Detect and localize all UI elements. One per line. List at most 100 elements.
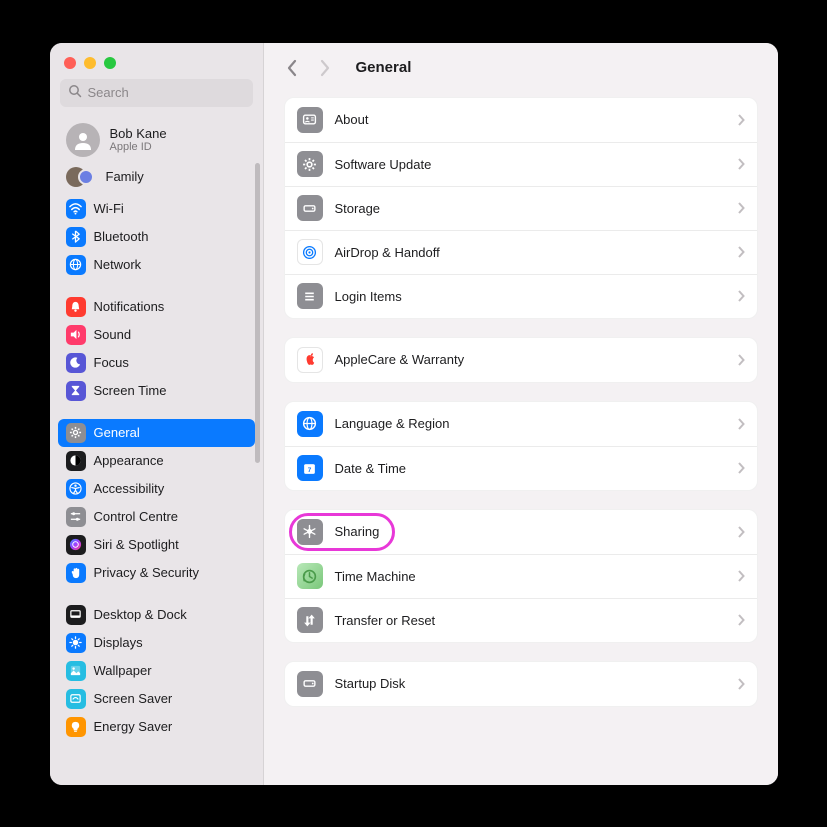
sidebar-item-controlcentre[interactable]: Control Centre [58, 503, 255, 531]
sidebar-item-appearance[interactable]: Appearance [58, 447, 255, 475]
sidebar-item-screentime[interactable]: Screen Time [58, 377, 255, 405]
row-login[interactable]: Login Items [285, 274, 757, 318]
datetime-icon [297, 455, 323, 481]
screentime-icon [66, 381, 86, 401]
row-language[interactable]: Language & Region [285, 402, 757, 446]
sidebar-item-label: Accessibility [94, 481, 165, 496]
row-software[interactable]: Software Update [285, 142, 757, 186]
avatar-icon [66, 123, 100, 157]
sidebar-item-screensaver[interactable]: Screen Saver [58, 685, 255, 713]
sidebar-item-accessibility[interactable]: Accessibility [58, 475, 255, 503]
privacy-icon [66, 563, 86, 583]
sidebar-item-label: Wi-Fi [94, 201, 124, 216]
family-icon [66, 167, 96, 187]
sidebar-item-sound[interactable]: Sound [58, 321, 255, 349]
row-label: Sharing [335, 524, 725, 539]
wifi-icon [66, 199, 86, 219]
chevron-right-icon [737, 418, 745, 430]
controlcentre-icon [66, 507, 86, 527]
settings-section: Sharing Time Machine Transfer or Reset [284, 509, 758, 643]
sidebar-item-privacy[interactable]: Privacy & Security [58, 559, 255, 587]
row-startup[interactable]: Startup Disk [285, 662, 757, 706]
row-storage[interactable]: Storage [285, 186, 757, 230]
sound-icon [66, 325, 86, 345]
appearance-icon [66, 451, 86, 471]
chevron-right-icon [737, 246, 745, 258]
storage-icon [297, 195, 323, 221]
minimize-window-button[interactable] [84, 57, 96, 69]
chevron-right-icon [737, 290, 745, 302]
search-field[interactable] [60, 79, 253, 107]
chevron-right-icon [737, 570, 745, 582]
network-icon [66, 255, 86, 275]
general-icon [66, 423, 86, 443]
sidebar-item-label: Screen Time [94, 383, 167, 398]
window-controls [50, 43, 263, 79]
row-applecare[interactable]: AppleCare & Warranty [285, 338, 757, 382]
sidebar-item-label: Bluetooth [94, 229, 149, 244]
row-label: Startup Disk [335, 676, 725, 691]
row-airdrop[interactable]: AirDrop & Handoff [285, 230, 757, 274]
transfer-icon [297, 607, 323, 633]
startup-icon [297, 671, 323, 697]
sidebar-scrollbar[interactable] [255, 163, 260, 463]
sidebar-item-general[interactable]: General [58, 419, 255, 447]
nav-forward-button[interactable] [316, 59, 334, 77]
row-datetime[interactable]: Date & Time [285, 446, 757, 490]
desktop-icon [66, 605, 86, 625]
sidebar-item-label: Privacy & Security [94, 565, 199, 580]
settings-section: AppleCare & Warranty [284, 337, 758, 383]
row-label: Login Items [335, 289, 725, 304]
focus-icon [66, 353, 86, 373]
sidebar-item-siri[interactable]: Siri & Spotlight [58, 531, 255, 559]
software-icon [297, 151, 323, 177]
page-title: General [356, 59, 412, 76]
sidebar-item-bluetooth[interactable]: Bluetooth [58, 223, 255, 251]
row-label: Language & Region [335, 416, 725, 431]
displays-icon [66, 633, 86, 653]
search-input[interactable] [88, 85, 245, 100]
sidebar-item-focus[interactable]: Focus [58, 349, 255, 377]
settings-section: Language & Region Date & Time [284, 401, 758, 491]
login-icon [297, 283, 323, 309]
sidebar-item-wallpaper[interactable]: Wallpaper [58, 657, 255, 685]
close-window-button[interactable] [64, 57, 76, 69]
screensaver-icon [66, 689, 86, 709]
chevron-right-icon [737, 114, 745, 126]
row-sharing[interactable]: Sharing [285, 510, 757, 554]
sidebar-item-wifi[interactable]: Wi-Fi [58, 195, 255, 223]
sidebar-item-desktop[interactable]: Desktop & Dock [58, 601, 255, 629]
sidebar-item-label: General [94, 425, 140, 440]
sidebar-item-displays[interactable]: Displays [58, 629, 255, 657]
sidebar-item-label: Displays [94, 635, 143, 650]
settings-window: Bob Kane Apple ID Family Wi-Fi Bluetooth… [50, 43, 778, 785]
row-transfer[interactable]: Transfer or Reset [285, 598, 757, 642]
row-about[interactable]: About [285, 98, 757, 142]
row-label: Software Update [335, 157, 725, 172]
row-timemachine[interactable]: Time Machine [285, 554, 757, 598]
chevron-right-icon [737, 354, 745, 366]
sidebar-item-network[interactable]: Network [58, 251, 255, 279]
row-label: Transfer or Reset [335, 613, 725, 628]
main-panel: General About Software Update Storage Ai… [264, 43, 778, 785]
nav-back-button[interactable] [284, 59, 302, 77]
sidebar-scroll: Bob Kane Apple ID Family Wi-Fi Bluetooth… [50, 117, 263, 785]
chevron-right-icon [737, 678, 745, 690]
row-label: AppleCare & Warranty [335, 352, 725, 367]
sharing-icon [297, 519, 323, 545]
sidebar-item-label: Focus [94, 355, 129, 370]
sidebar-item-label: Sound [94, 327, 132, 342]
sidebar-item-energy[interactable]: Energy Saver [58, 713, 255, 741]
sidebar-item-notifications[interactable]: Notifications [58, 293, 255, 321]
chevron-right-icon [737, 202, 745, 214]
sidebar-apple-id[interactable]: Bob Kane Apple ID [58, 117, 255, 163]
topbar: General [264, 43, 778, 93]
sidebar-family[interactable]: Family [58, 163, 255, 195]
row-label: Time Machine [335, 569, 725, 584]
zoom-window-button[interactable] [104, 57, 116, 69]
accessibility-icon [66, 479, 86, 499]
account-sub: Apple ID [110, 141, 167, 153]
applecare-icon [297, 347, 323, 373]
sidebar-item-label: Appearance [94, 453, 164, 468]
about-icon [297, 107, 323, 133]
